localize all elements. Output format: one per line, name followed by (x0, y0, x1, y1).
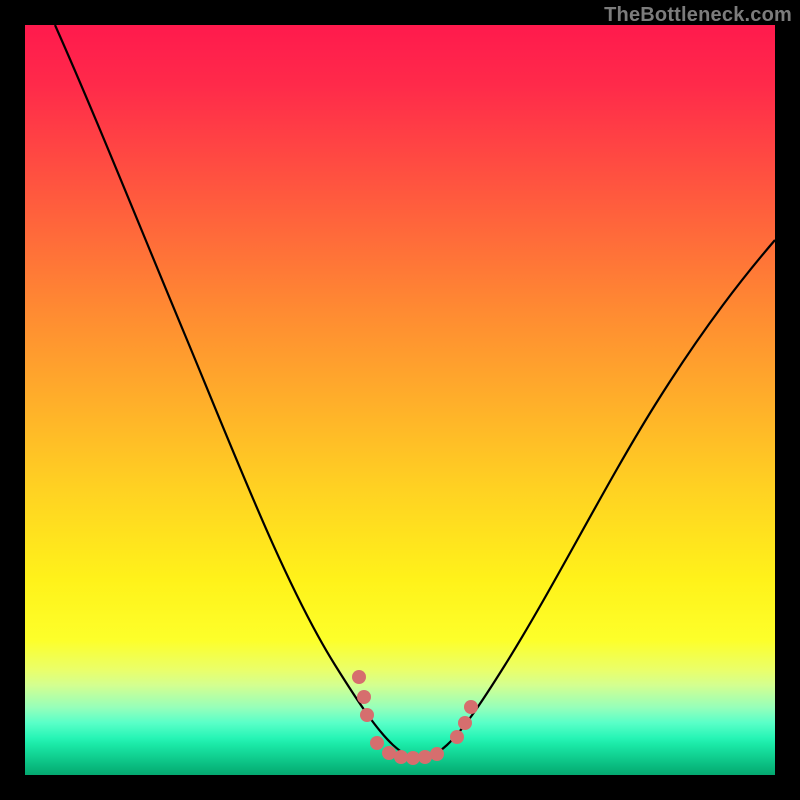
plot-area (25, 25, 775, 775)
bottleneck-curve (55, 25, 775, 760)
curve-layer (25, 25, 775, 775)
optimal-markers (352, 670, 478, 765)
watermark-text: TheBottleneck.com (604, 4, 792, 27)
chart-frame: TheBottleneck.com (0, 0, 800, 800)
